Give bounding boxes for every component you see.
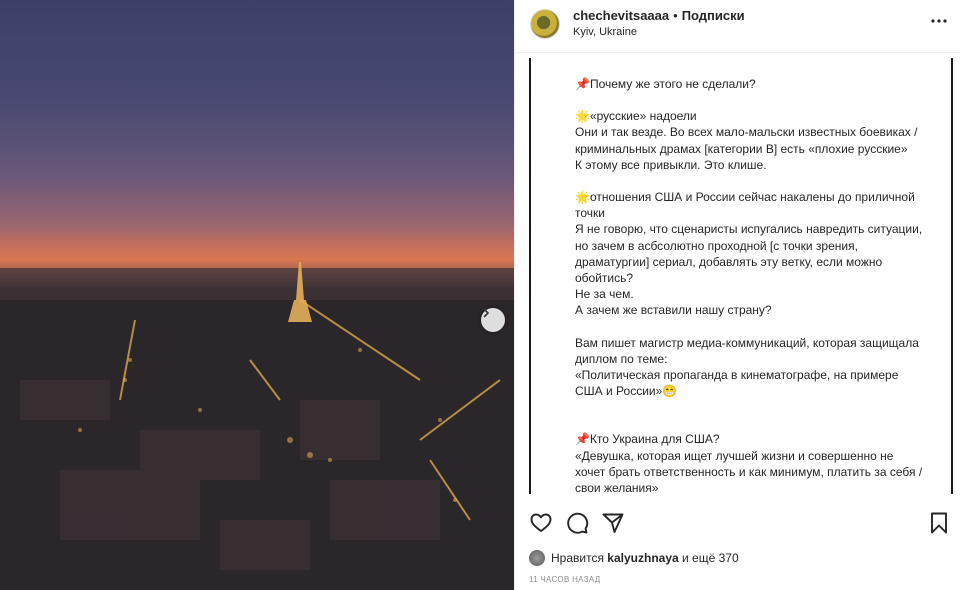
action-bar <box>515 505 960 539</box>
caption-line: «Политическая пропаганда в кинематографе… <box>575 368 902 399</box>
more-horizontal-icon <box>931 19 947 23</box>
caption-line: Вам пишет магистр медиа-коммуникаций, ко… <box>575 335 923 366</box>
caption-line: «Девушка, которая ищет лучшей жизни и со… <box>575 448 926 494</box>
caption-line: К этому все привыкли. Это клише. <box>575 157 767 172</box>
next-image-button[interactable] <box>481 308 505 332</box>
likes-summary: Нравится kalyuzhnaya и ещё 370 <box>529 549 739 567</box>
city-night-scene <box>0 262 514 590</box>
caption-line: А зачем же вставили нашу страну? <box>575 303 772 318</box>
chevron-right-icon <box>483 308 490 318</box>
share-button[interactable] <box>601 511 625 535</box>
post-caption: 📌Почему же этого не сделали? 🌟«русские» … <box>575 76 925 494</box>
more-options-button[interactable] <box>930 12 948 30</box>
caption-line: 📌Кто Украина для США? <box>575 432 720 447</box>
user-line: chechevitsaaaa • Подписки <box>573 8 745 24</box>
like-button[interactable] <box>529 511 553 535</box>
location-link[interactable]: Kyiv, Ukraine <box>573 26 637 38</box>
post-side-panel: chechevitsaaaa • Подписки Kyiv, Ukraine 📌П… <box>514 0 960 590</box>
post-timestamp[interactable]: 11 часов назад <box>529 575 600 584</box>
caption-line: Я не говорю, что сценаристы испугались н… <box>575 222 926 286</box>
heart-icon <box>530 513 552 532</box>
paper-plane-icon <box>602 513 624 533</box>
likes-count-link[interactable]: и ещё 370 <box>682 551 739 565</box>
comment-icon <box>567 512 589 534</box>
post-header: chechevitsaaaa • Подписки Kyiv, Ukraine <box>515 0 960 53</box>
likes-prefix: Нравится <box>551 551 604 565</box>
avatar[interactable] <box>530 9 560 39</box>
caption-line: Они и так везде. Во всех мало-мальски из… <box>575 125 921 156</box>
caption-line: 📌Почему же этого не сделали? <box>575 77 756 91</box>
following-button[interactable]: Подписки <box>682 8 745 23</box>
save-button[interactable] <box>927 511 951 535</box>
caption-line: Не за чем. <box>575 287 634 302</box>
comment-button[interactable] <box>565 511 589 535</box>
liker-avatar[interactable] <box>529 550 545 566</box>
username-link[interactable]: chechevitsaaaa <box>573 8 669 23</box>
post-photo[interactable] <box>0 0 514 590</box>
bookmark-icon <box>931 512 947 534</box>
caption-scroll-area[interactable]: 📌Почему же этого не сделали? 🌟«русские» … <box>529 58 953 494</box>
separator-dot: • <box>673 8 678 23</box>
liker-username-link[interactable]: kalyuzhnaya <box>607 551 678 565</box>
caption-line: 🌟«русские» надоели <box>575 109 697 124</box>
caption-line: 🌟отношения США и России сейчас накалены … <box>575 190 919 221</box>
